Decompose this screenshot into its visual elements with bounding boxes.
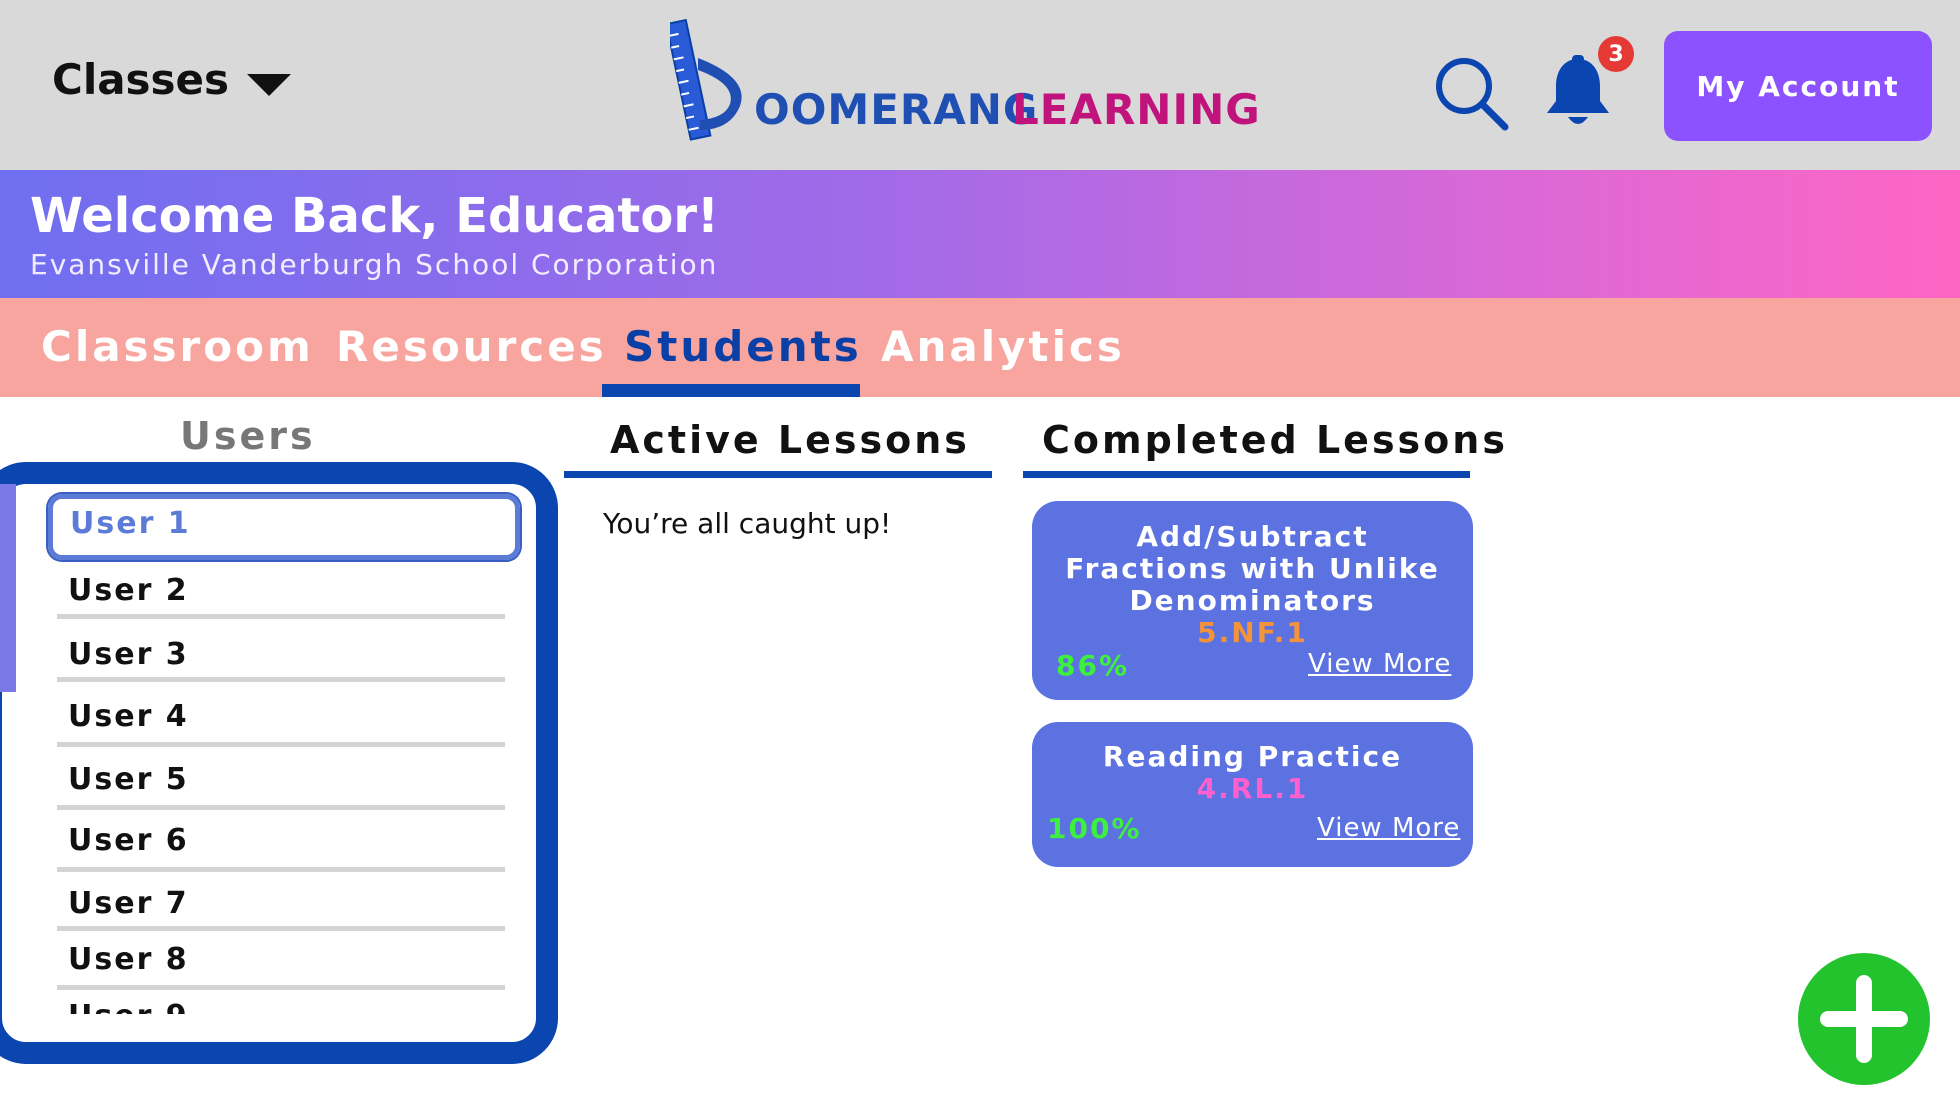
list-divider: [57, 985, 505, 990]
user-list-item-selected[interactable]: User 1: [70, 506, 191, 541]
plus-icon: [1820, 975, 1908, 1063]
active-lessons-heading: Active Lessons: [610, 418, 970, 462]
user-list-item[interactable]: User 5: [68, 762, 189, 797]
lesson-title-line: Reading Practice: [1102, 740, 1403, 773]
completed-lesson-card[interactable]: Add/Subtract Fractions with Unlike Denom…: [1032, 501, 1473, 700]
users-list-content: User 1 User 2 User 3 User 4 User 5 User …: [0, 484, 540, 1014]
list-divider: [57, 805, 505, 810]
user-list-item[interactable]: User 3: [68, 637, 189, 672]
lesson-title-line: Fractions with Unlike: [1065, 552, 1440, 585]
lesson-score: 86%: [1056, 649, 1130, 682]
lesson-title-line: Denominators: [1129, 584, 1376, 617]
user-list-item[interactable]: User 8: [68, 942, 189, 977]
lesson-title-line: Add/Subtract: [1136, 520, 1369, 553]
lesson-score: 100%: [1047, 812, 1142, 845]
view-more-link[interactable]: View More: [1308, 649, 1451, 679]
user-list-item[interactable]: User 4: [68, 699, 189, 734]
completed-lessons-underline: [1023, 471, 1470, 478]
list-divider: [57, 926, 505, 931]
user-list-item[interactable]: User 6: [68, 823, 189, 858]
view-more-link[interactable]: View More: [1317, 813, 1460, 843]
list-divider: [57, 867, 505, 872]
completed-lesson-card[interactable]: Reading Practice 4.RL.1 100% View More: [1032, 722, 1473, 867]
active-lessons-underline: [564, 471, 992, 478]
list-divider: [57, 677, 505, 682]
users-list: User 1 User 2 User 3 User 4 User 5 User …: [0, 0, 1960, 1021]
user-list-item[interactable]: User 9: [68, 999, 189, 1014]
user-list-item[interactable]: User 2: [68, 573, 189, 608]
users-list-viewport: User 1 User 2 User 3 User 4 User 5 User …: [0, 484, 540, 1014]
add-button[interactable]: [1798, 953, 1930, 1085]
active-lessons-empty-message: You’re all caught up!: [603, 507, 892, 540]
list-divider: [57, 742, 505, 747]
list-divider: [57, 614, 505, 619]
users-scrollbar-thumb[interactable]: [0, 484, 16, 692]
user-list-item[interactable]: User 7: [68, 886, 189, 921]
lesson-standard-code: 5.NF.1: [1197, 616, 1308, 649]
completed-lessons-heading: Completed Lessons: [1042, 418, 1508, 462]
lesson-standard-code: 4.RL.1: [1196, 772, 1309, 805]
